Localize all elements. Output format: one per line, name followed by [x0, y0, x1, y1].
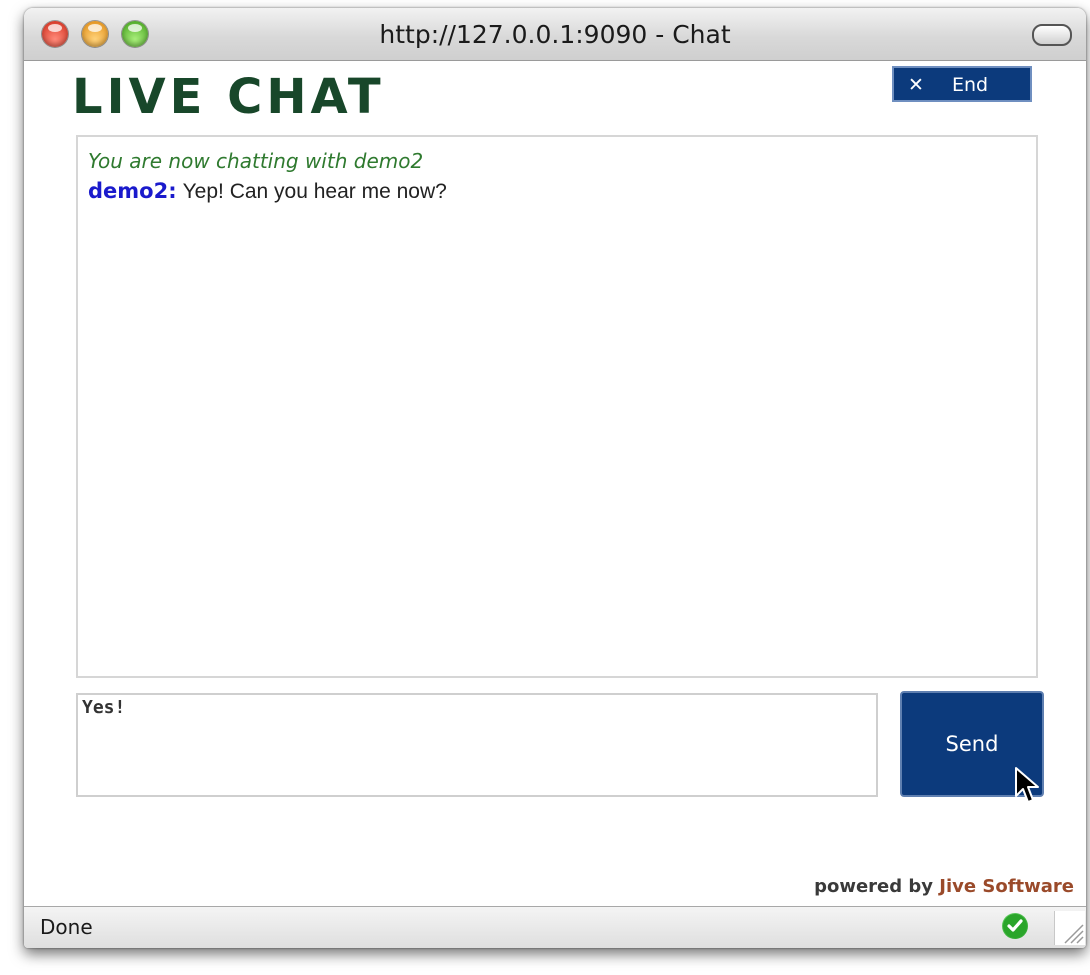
mouse-pointer-icon — [1015, 767, 1039, 803]
resize-grip-icon[interactable] — [1054, 911, 1085, 945]
end-button-label: End — [952, 74, 989, 96]
message-input[interactable]: Yes! — [76, 693, 878, 797]
status-bar: Done — [24, 906, 1086, 948]
system-message: You are now chatting with demo2 — [88, 149, 424, 173]
powered-by-footer: powered by Jive Software — [814, 876, 1074, 897]
title-bar[interactable]: http://127.0.0.1:9090 - Chat — [24, 8, 1086, 61]
toolbar-toggle-button[interactable] — [1032, 24, 1072, 46]
message-sender: demo2: — [88, 179, 177, 203]
jive-software-link[interactable]: Jive Software — [939, 876, 1074, 897]
chat-page: LIVE CHAT ✕ End You are now chatting wit… — [24, 61, 1086, 906]
status-text: Done — [40, 915, 93, 939]
browser-window: http://127.0.0.1:9090 - Chat LIVE CHAT ✕… — [24, 8, 1086, 948]
live-chat-logo: LIVE CHAT — [72, 69, 385, 125]
end-chat-button[interactable]: ✕ End — [892, 66, 1032, 102]
check-circle-icon — [1002, 913, 1028, 939]
chat-transcript[interactable]: You are now chatting with demo2 demo2: Ye… — [76, 135, 1038, 678]
chat-message: demo2: Yep! Can you hear me now? — [88, 179, 1026, 204]
close-icon: ✕ — [908, 74, 924, 96]
window-title: http://127.0.0.1:9090 - Chat — [379, 20, 731, 49]
message-text: Yep! Can you hear me now? — [182, 180, 447, 203]
powered-by-prefix: powered by — [814, 876, 934, 897]
